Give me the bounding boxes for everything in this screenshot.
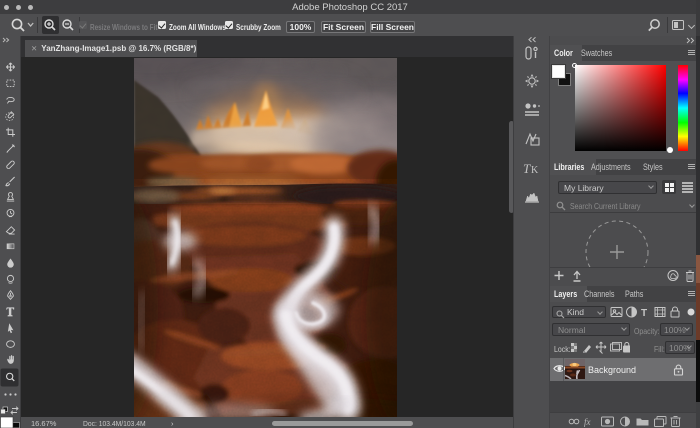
svg-text:T: T xyxy=(641,308,647,319)
svg-text:T: T xyxy=(523,161,531,176)
svg-text:K: K xyxy=(531,165,539,176)
svg-text:fx: fx xyxy=(584,417,591,427)
